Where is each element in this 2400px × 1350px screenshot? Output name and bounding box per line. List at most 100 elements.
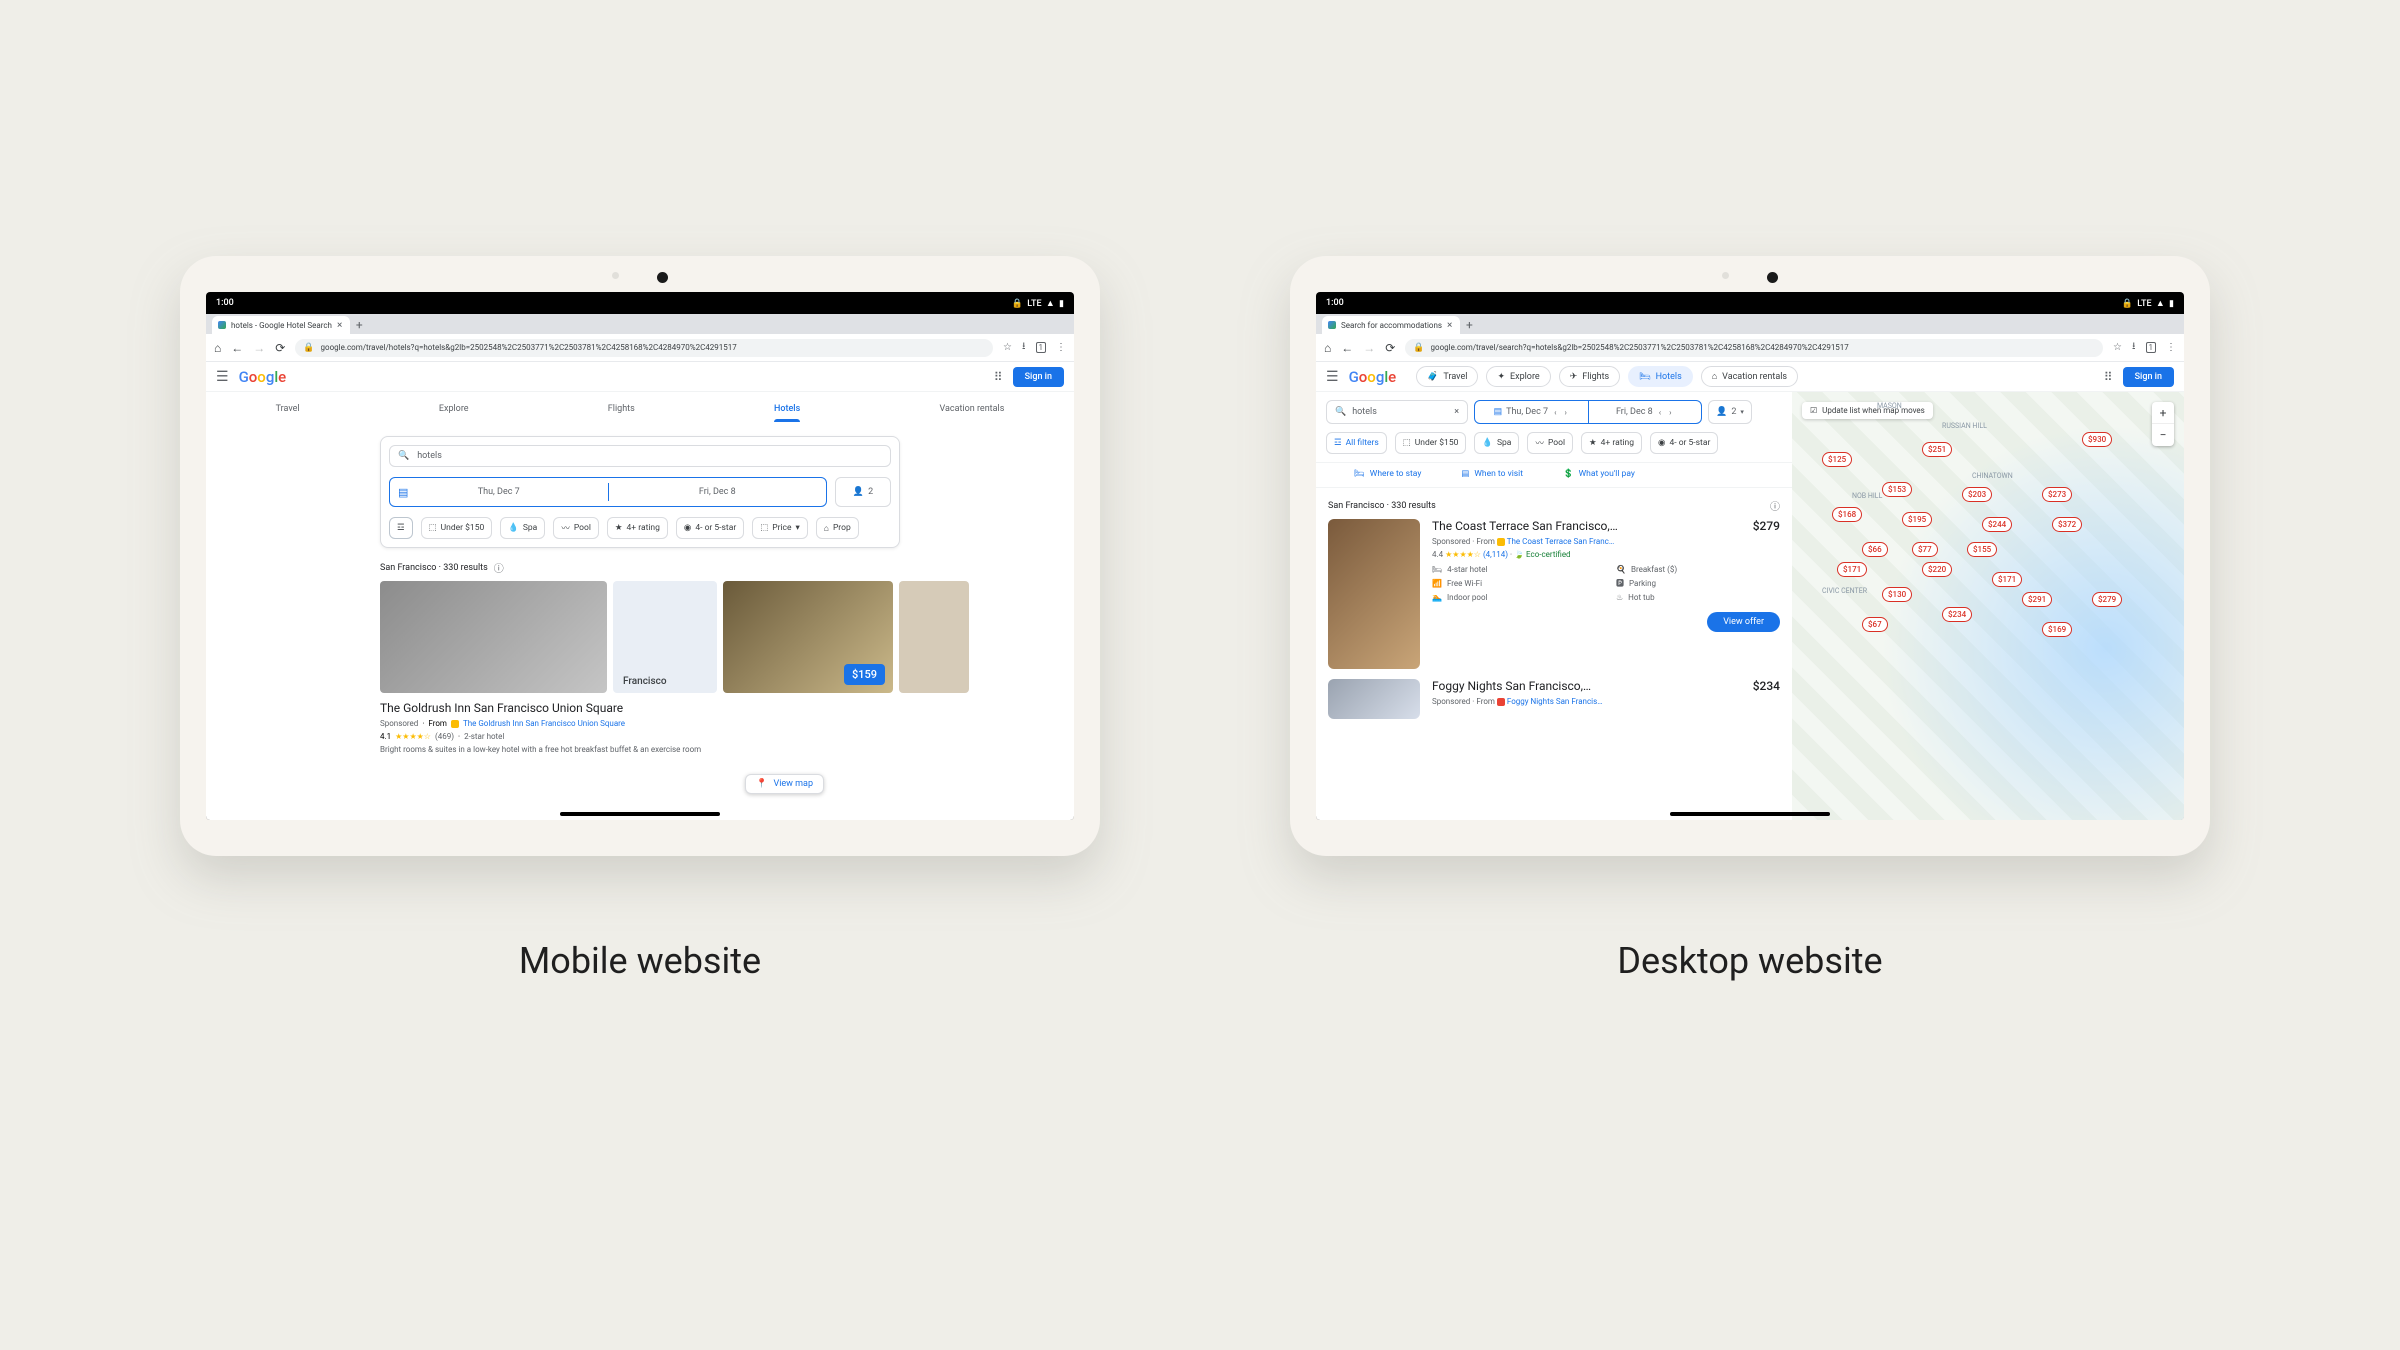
link-pay[interactable]: 💲What you'll pay	[1563, 469, 1635, 479]
hotel-name[interactable]: The Goldrush Inn San Francisco Union Squ…	[380, 701, 900, 715]
back-icon[interactable]: ←	[1341, 342, 1353, 354]
hotel-photo-exterior[interactable]	[380, 581, 607, 693]
chevron-right-icon[interactable]: ›	[1563, 408, 1569, 417]
close-tab-icon[interactable]: ×	[337, 320, 342, 331]
mini-map[interactable]: Francisco	[613, 581, 717, 693]
map-price-pin[interactable]: $125	[1822, 452, 1852, 467]
info-icon[interactable]: ⓘ	[494, 560, 504, 575]
checkin-half[interactable]: ▤ Thu, Dec 7 ‹ ›	[1475, 401, 1588, 423]
kebab-icon[interactable]: ⋮	[2166, 342, 2176, 353]
hotel-photo-room[interactable]: $159	[723, 581, 893, 693]
sign-in-button[interactable]: Sign in	[1013, 367, 1064, 387]
info-icon[interactable]: ⓘ	[1770, 498, 1780, 513]
chip-flights[interactable]: ✈Flights	[1559, 366, 1621, 387]
guests-selector[interactable]: 👤 2 ▾	[1708, 400, 1752, 424]
home-icon[interactable]: ⌂	[214, 342, 221, 354]
from-name[interactable]: The Goldrush Inn San Francisco Union Squ…	[463, 719, 625, 728]
star-icon[interactable]: ☆	[2113, 342, 2122, 353]
chip-price[interactable]: ⬚Price ▾	[752, 517, 808, 539]
download-icon[interactable]: ⭳	[1022, 339, 1026, 356]
clear-icon[interactable]: ×	[1454, 407, 1459, 417]
map-panel[interactable]: ☑ Update list when map moves + − $125 $2…	[1792, 392, 2184, 820]
hotel-card[interactable]: The Coast Terrace San Francisco,… $279 S…	[1316, 519, 1792, 679]
android-nav-handle[interactable]	[1670, 812, 1830, 816]
back-icon[interactable]: ←	[231, 342, 243, 354]
filters-icon[interactable]: ☲	[389, 517, 413, 539]
home-icon[interactable]: ⌂	[1324, 342, 1331, 354]
new-tab-button[interactable]: +	[1460, 316, 1478, 334]
tab-count-icon[interactable]: 1	[1036, 342, 1047, 353]
nav-explore[interactable]: Explore	[439, 400, 469, 422]
chevron-right-icon[interactable]: ›	[1667, 408, 1673, 417]
close-tab-icon[interactable]: ×	[1447, 320, 1452, 331]
reviews-count[interactable]: (4,114)	[1483, 550, 1508, 559]
map-price-pin[interactable]: $155	[1967, 542, 1997, 557]
from-name[interactable]: Foggy Nights San Francis…	[1507, 697, 1603, 706]
map-price-pin[interactable]: $279	[2092, 592, 2122, 607]
chip-vacation[interactable]: ⌂Vacation rentals	[1701, 366, 1798, 387]
nav-hotels[interactable]: Hotels	[774, 400, 800, 422]
map-price-pin[interactable]: $244	[1982, 517, 2012, 532]
chip-spa[interactable]: 💧Spa	[500, 517, 545, 539]
map-price-pin[interactable]: $168	[1832, 507, 1862, 522]
map-price-pin[interactable]: $372	[2052, 517, 2082, 532]
map-price-pin[interactable]: $273	[2042, 487, 2072, 502]
download-icon[interactable]: ⭳	[2132, 339, 2136, 356]
view-offer-button[interactable]: View offer	[1707, 612, 1780, 632]
forward-icon[interactable]: →	[253, 342, 265, 354]
chip-pool[interactable]: 〰Pool	[553, 517, 599, 539]
google-logo[interactable]: Google	[1349, 368, 1397, 386]
reload-icon[interactable]: ⟳	[1385, 342, 1395, 354]
map-price-pin[interactable]: $251	[1922, 442, 1952, 457]
chip-pool[interactable]: 〰Pool	[1527, 432, 1573, 454]
map-update-toggle[interactable]: ☑ Update list when map moves	[1802, 402, 1933, 419]
hamburger-icon[interactable]: ☰	[1326, 369, 1339, 385]
link-where[interactable]: 🛏Where to stay	[1354, 469, 1421, 479]
map-price-pin[interactable]: $77	[1912, 542, 1938, 557]
chip-explore[interactable]: ✦Explore	[1486, 366, 1550, 387]
reload-icon[interactable]: ⟳	[275, 342, 285, 354]
apps-icon[interactable]: ⠿	[2104, 370, 2113, 384]
map-price-pin[interactable]: $220	[1922, 562, 1952, 577]
chip-rating[interactable]: ★4+ rating	[607, 517, 668, 539]
hotel-search-input[interactable]: 🔍 hotels	[389, 445, 891, 467]
star-icon[interactable]: ☆	[1003, 342, 1012, 353]
chevron-left-icon[interactable]: ‹	[1657, 408, 1663, 417]
link-when[interactable]: ▤When to visit	[1461, 469, 1523, 479]
browser-tab[interactable]: hotels - Google Hotel Search ×	[212, 316, 350, 334]
sign-in-button[interactable]: Sign in	[2123, 367, 2174, 387]
forward-icon[interactable]: →	[1363, 342, 1375, 354]
hamburger-icon[interactable]: ☰	[216, 369, 229, 385]
map-price-pin[interactable]: $291	[2022, 592, 2052, 607]
map-price-pin[interactable]: $195	[1902, 512, 1932, 527]
address-bar[interactable]: 🔒 google.com/travel/hotels?q=hotels&g2lb…	[295, 339, 993, 357]
chip-spa[interactable]: 💧Spa	[1474, 432, 1519, 454]
date-picker[interactable]: ▤ Thu, Dec 7 ‹ › Fri, Dec 8 ‹ ›	[1474, 400, 1702, 424]
browser-tab[interactable]: Search for accommodations ×	[1322, 316, 1460, 334]
nav-travel[interactable]: Travel	[276, 400, 300, 422]
zoom-out-button[interactable]: −	[2152, 424, 2174, 446]
kebab-icon[interactable]: ⋮	[1056, 342, 1066, 353]
chip-property[interactable]: ⌂ Prop	[816, 517, 859, 539]
chip-under150[interactable]: ⬚Under $150	[421, 517, 493, 539]
chip-hotels[interactable]: 🛏Hotels	[1628, 366, 1693, 387]
view-map-button[interactable]: 📍 View map	[745, 774, 824, 794]
android-nav-handle[interactable]	[560, 812, 720, 816]
chip-travel[interactable]: 🧳Travel	[1416, 366, 1478, 387]
checkout-half[interactable]: Fri, Dec 8 ‹ ›	[1589, 401, 1702, 423]
apps-icon[interactable]: ⠿	[994, 370, 1003, 384]
tab-count-icon[interactable]: 1	[2146, 342, 2157, 353]
map-price-pin[interactable]: $130	[1882, 587, 1912, 602]
date-picker[interactable]: ▤ Thu, Dec 7 Fri, Dec 8	[389, 477, 827, 507]
chip-stars[interactable]: ◉4- or 5-star	[1650, 432, 1718, 454]
new-tab-button[interactable]: +	[350, 316, 368, 334]
all-filters-button[interactable]: ☲All filters	[1326, 432, 1387, 454]
from-name[interactable]: The Coast Terrace San Franc…	[1507, 537, 1614, 546]
hotel-card[interactable]: Foggy Nights San Francisco,… $234 Sponso…	[1316, 679, 1792, 719]
nav-vacation[interactable]: Vacation rentals	[939, 400, 1004, 422]
map-price-pin[interactable]: $153	[1882, 482, 1912, 497]
guests-selector[interactable]: 👤 2	[835, 477, 891, 507]
nav-flights[interactable]: Flights	[608, 400, 635, 422]
chip-rating[interactable]: ★4+ rating	[1581, 432, 1642, 454]
map-price-pin[interactable]: $67	[1862, 617, 1888, 632]
